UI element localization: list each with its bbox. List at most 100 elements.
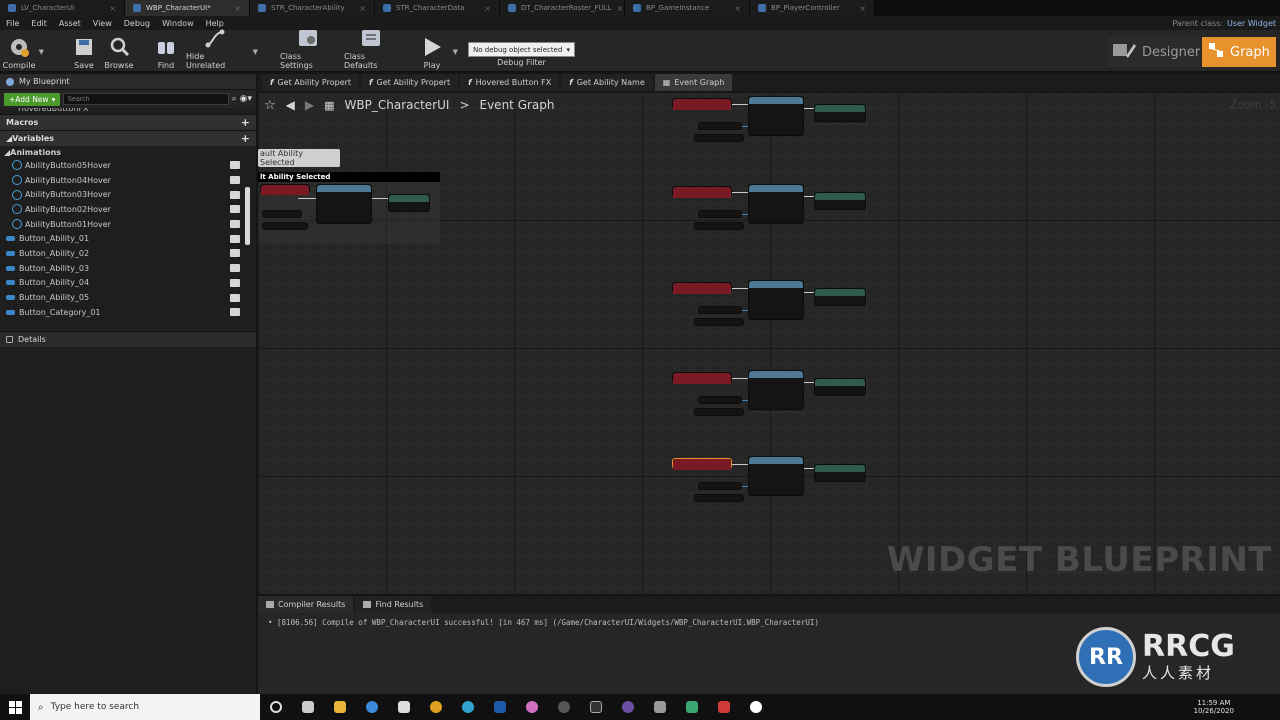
event-node[interactable] <box>672 458 732 470</box>
file-explorer-icon[interactable] <box>324 694 356 720</box>
search-icon[interactable]: ⌕ <box>232 94 237 104</box>
animation-item[interactable]: AbilityButton01Hover <box>0 217 256 232</box>
back-arrow-icon[interactable]: ◀ <box>286 98 295 112</box>
graph-tab[interactable]: ▦ Event Graph <box>654 74 733 91</box>
variable-item[interactable]: Button_Ability_03 <box>0 261 256 276</box>
details-panel-tab[interactable]: Details <box>0 331 256 347</box>
function-node[interactable] <box>748 456 804 496</box>
add-variable-icon[interactable]: + <box>241 132 250 145</box>
class-defaults-button[interactable]: Class Defaults <box>344 30 398 70</box>
function-node[interactable] <box>748 96 804 136</box>
my-blueprint-tab[interactable]: My Blueprint <box>0 74 256 90</box>
hide-unrelated-button[interactable]: Hide Unrelated ▼ <box>186 29 258 70</box>
photos-icon[interactable] <box>644 694 676 720</box>
variables-section[interactable]: ◢Variables + <box>0 130 256 146</box>
browse-button[interactable]: Browse <box>104 32 134 70</box>
eye-icon[interactable] <box>230 249 240 258</box>
eye-icon[interactable] <box>230 220 240 229</box>
document-tab[interactable]: LV_CharacterUI × <box>0 0 125 16</box>
unreal-engine-icon[interactable] <box>740 694 772 720</box>
find-button[interactable]: Find <box>152 32 180 70</box>
set-variable-node[interactable] <box>814 192 866 210</box>
close-icon[interactable]: × <box>234 4 241 13</box>
event-node[interactable] <box>672 372 732 384</box>
variable-getter-node[interactable] <box>698 210 742 218</box>
variable-getter-node[interactable] <box>694 494 744 502</box>
app-icon[interactable] <box>676 694 708 720</box>
eye-icon[interactable] <box>230 308 240 317</box>
variable-getter-node[interactable] <box>262 210 302 218</box>
edge-icon[interactable] <box>356 694 388 720</box>
variable-item[interactable]: Button_Ability_01 <box>0 231 256 246</box>
function-node[interactable] <box>748 370 804 410</box>
debug-object-select[interactable]: No debug object selected ▾ <box>468 42 575 57</box>
document-tab[interactable]: DT_CharacterRoster_FULL × <box>500 0 625 16</box>
blueprint-search-input[interactable] <box>63 93 229 105</box>
star-icon[interactable]: ☆ <box>264 98 276 113</box>
graph-tab[interactable]: f Get Ability Propert <box>262 74 360 91</box>
eye-icon[interactable] <box>230 161 240 170</box>
set-variable-node[interactable] <box>814 104 866 122</box>
event-node[interactable] <box>672 186 732 198</box>
function-node[interactable] <box>316 184 372 224</box>
epic-games-icon[interactable] <box>580 694 612 720</box>
animation-item[interactable]: AbilityButton05Hover <box>0 158 256 173</box>
system-clock[interactable]: 11:59 AM 10/26/2020 <box>1194 694 1234 720</box>
breadcrumb-root[interactable]: WBP_CharacterUI <box>345 98 450 112</box>
steam-icon[interactable] <box>548 694 580 720</box>
eye-icon[interactable] <box>230 176 240 185</box>
variable-getter-node[interactable] <box>694 134 744 142</box>
chevron-down-icon[interactable]: ▼ <box>39 48 44 56</box>
eye-icon[interactable] <box>230 278 240 287</box>
chevron-down-icon[interactable]: ▼ <box>453 48 458 56</box>
todo-icon[interactable] <box>708 694 740 720</box>
menu-file[interactable]: File <box>0 19 25 28</box>
menu-asset[interactable]: Asset <box>53 19 87 28</box>
comment-box[interactable]: lt Ability Selected <box>258 172 440 244</box>
save-button[interactable]: Save <box>70 32 98 70</box>
comment-bubble[interactable]: ault Ability Selected <box>258 149 340 167</box>
document-tab[interactable]: BP_PlayerController × <box>750 0 875 16</box>
variable-getter-node[interactable] <box>694 408 744 416</box>
obs-icon[interactable] <box>612 694 644 720</box>
graph-tab[interactable]: f Get Ability Name <box>561 74 653 91</box>
add-macro-icon[interactable]: + <box>241 116 250 129</box>
variable-item[interactable]: Button_Ability_05 <box>0 290 256 305</box>
variable-item[interactable]: Button_Ability_02 <box>0 246 256 261</box>
document-tab[interactable]: BP_GameInstance × <box>625 0 750 16</box>
cortana-icon[interactable] <box>260 694 292 720</box>
close-icon[interactable]: × <box>859 4 866 13</box>
document-tab[interactable]: STR_CharacterAbility × <box>250 0 375 16</box>
task-view-icon[interactable] <box>292 694 324 720</box>
variable-getter-node[interactable] <box>262 222 308 230</box>
animation-item[interactable]: AbilityButton03Hover <box>0 187 256 202</box>
play-button[interactable]: Play ▼ <box>418 32 458 70</box>
set-variable-node[interactable] <box>814 464 866 482</box>
eye-icon[interactable] <box>230 234 240 243</box>
set-variable-node[interactable] <box>388 194 430 212</box>
macros-section[interactable]: Macros + <box>0 114 256 130</box>
variable-item[interactable]: Button_Category_01 <box>0 305 256 320</box>
add-new-button[interactable]: + Add New ▾ <box>4 92 61 106</box>
designer-mode-button[interactable]: Designer › <box>1108 37 1211 67</box>
compile-button[interactable]: Compile ▼ <box>3 32 44 70</box>
menu-edit[interactable]: Edit <box>25 19 53 28</box>
set-variable-node[interactable] <box>814 288 866 306</box>
itunes-icon[interactable] <box>516 694 548 720</box>
animation-item[interactable]: AbilityButton04Hover <box>0 173 256 188</box>
tab-compiler-results[interactable]: Compiler Results <box>258 596 354 613</box>
parent-class-link[interactable]: User Widget <box>1227 19 1276 28</box>
eye-icon[interactable] <box>230 190 240 199</box>
event-node[interactable] <box>672 98 732 110</box>
folder-icon[interactable] <box>484 694 516 720</box>
event-node[interactable] <box>260 184 310 195</box>
menu-debug[interactable]: Debug <box>118 19 156 28</box>
document-tab[interactable]: STR_CharacterData × <box>375 0 500 16</box>
graph-tab[interactable]: f Get Ability Propert <box>361 74 459 91</box>
graph-mode-button[interactable]: Graph <box>1202 37 1276 67</box>
eye-icon[interactable] <box>230 293 240 302</box>
variable-getter-node[interactable] <box>698 122 742 130</box>
eye-icon[interactable]: ◉▾ <box>240 94 252 104</box>
eye-icon[interactable] <box>230 205 240 214</box>
variable-getter-node[interactable] <box>694 318 744 326</box>
